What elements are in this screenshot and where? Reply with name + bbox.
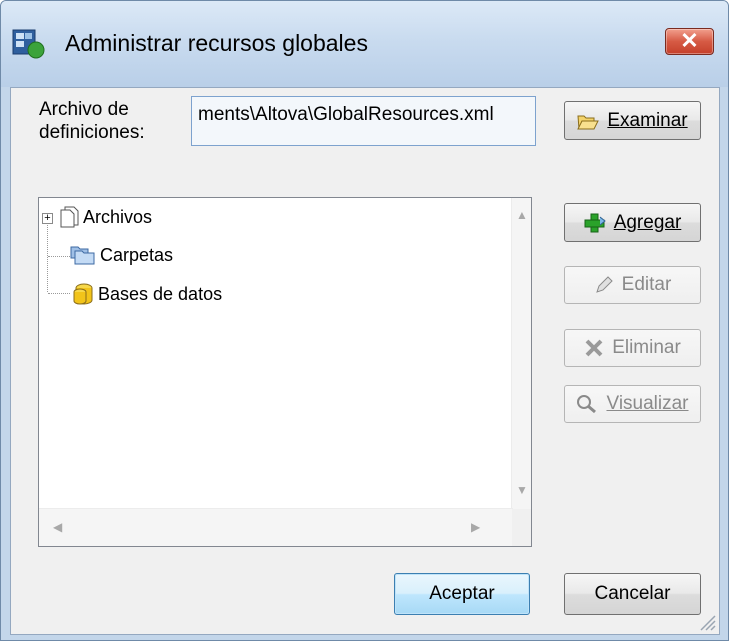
browse-button-label: Examinar [607, 109, 688, 131]
tree-connector [47, 222, 48, 292]
app-icon [12, 29, 45, 59]
tree-item-archivos[interactable]: Archivos [59, 206, 152, 228]
browse-button[interactable]: Examinar [564, 101, 701, 140]
vertical-scrollbar[interactable]: ▲ ▼ [511, 198, 531, 509]
delete-button-label: Eliminar [612, 337, 681, 358]
open-folder-icon [577, 112, 600, 130]
dialog-window: Administrar recursos globales ✕ Archivo … [0, 0, 729, 641]
tree-connector [48, 256, 70, 257]
ok-button[interactable]: Aceptar [394, 573, 530, 615]
scroll-right-arrow-icon[interactable]: ▶ [471, 520, 480, 534]
cancel-button-label: Cancelar [594, 583, 671, 604]
tree-item-label: Carpetas [100, 244, 174, 265]
pencil-icon [594, 275, 614, 295]
definitions-label-line2: definiciones: [39, 122, 145, 143]
scroll-left-arrow-icon[interactable]: ◀ [53, 520, 62, 534]
dialog-client-area: Archivo de definiciones: ments\Altova\Gl… [10, 87, 720, 635]
delete-button[interactable]: Eliminar [564, 329, 701, 367]
ok-button-label: Aceptar [429, 583, 495, 604]
title-bar[interactable]: Administrar recursos globales ✕ [1, 1, 728, 87]
view-button-label: Visualizar [606, 393, 689, 414]
resources-tree[interactable]: + Archivos Carpetas Bases de datos ▲ ▼ ◀… [38, 197, 532, 547]
magnifier-icon [576, 394, 598, 414]
tree-item-bases-de-datos[interactable]: Bases de datos [70, 282, 222, 306]
scroll-up-arrow-icon[interactable]: ▲ [516, 208, 528, 222]
add-plus-icon [584, 213, 606, 233]
close-button[interactable]: ✕ [665, 28, 714, 55]
scrollbar-corner [512, 509, 531, 546]
definitions-path-input[interactable]: ments\Altova\GlobalResources.xml [191, 96, 536, 146]
tree-expander-plus[interactable]: + [42, 213, 53, 224]
database-icon [73, 283, 93, 305]
scroll-down-arrow-icon[interactable]: ▼ [516, 483, 528, 497]
tree-content: + Archivos Carpetas Bases de datos [39, 198, 513, 509]
cancel-button[interactable]: Cancelar [564, 573, 701, 615]
view-button[interactable]: Visualizar [564, 385, 701, 423]
close-icon: ✕ [680, 28, 699, 53]
folders-icon [70, 246, 95, 265]
edit-button[interactable]: Editar [564, 266, 701, 304]
definitions-file-label: Archivo de definiciones: [39, 98, 145, 144]
tree-item-label: Bases de datos [98, 283, 223, 304]
edit-button-label: Editar [621, 274, 672, 295]
tree-item-label: Archivos [83, 206, 153, 227]
tree-item-carpetas[interactable]: Carpetas [70, 244, 173, 266]
add-button[interactable]: Agregar [564, 203, 701, 242]
resize-grip-icon[interactable] [697, 612, 717, 632]
add-button-label: Agregar [613, 211, 682, 233]
window-title: Administrar recursos globales [65, 30, 368, 56]
horizontal-scrollbar[interactable]: ◀ ▶ [39, 508, 513, 546]
tree-connector [48, 293, 70, 294]
delete-x-icon [584, 338, 604, 358]
files-icon [60, 206, 79, 228]
definitions-label-line1: Archivo de [39, 99, 129, 120]
